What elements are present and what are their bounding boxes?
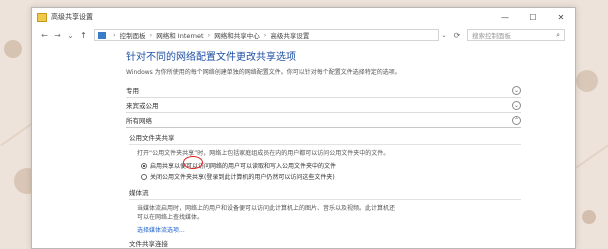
media-streaming-desc: 当媒体流启用时，网络上的用户和设备便可以访问此计算机上的图片、音乐以及视频。此计… xyxy=(137,205,396,212)
advanced-sharing-window: 高级共享设置 — ☐ ✕ ← → ⌄ ↑ › 控制面板 › 网络和 Intern… xyxy=(31,7,576,249)
main-content: 针对不同的网络配置文件更改共享选项 Windows 为你所使用的每个网络创建单独… xyxy=(126,48,541,248)
breadcrumb-item[interactable]: 网络和 Internet xyxy=(156,30,203,40)
chevron-up-icon[interactable]: ⌃ xyxy=(512,115,521,125)
back-arrow-icon[interactable]: ← xyxy=(38,31,51,40)
profile-label: 来宾或公用 xyxy=(126,102,159,110)
profile-label: 专用 xyxy=(126,87,139,95)
maximize-button[interactable]: ☐ xyxy=(519,8,547,26)
profile-all-networks-header[interactable]: 所有网络 ⌃ xyxy=(126,113,521,128)
window-title: 高级共享设置 xyxy=(51,13,93,21)
forward-arrow-icon[interactable]: → xyxy=(51,31,64,40)
profile-guest-public[interactable]: 来宾或公用 ⌄ xyxy=(126,98,521,113)
breadcrumb-item[interactable]: 网络和共享中心 xyxy=(214,30,260,40)
search-placeholder: 搜索控制面板 xyxy=(472,32,511,40)
up-arrow-icon[interactable]: ↑ xyxy=(77,31,90,40)
radio-label[interactable]: 启用共享以便可以访问网络的用户可以读取和写入公用文件夹中的文件 xyxy=(150,161,336,170)
breadcrumb-item[interactable]: 高级共享设置 xyxy=(270,30,309,40)
radio-disable-public-sharing[interactable]: 关闭公用文件夹共享(登录到此计算机的用户仍然可以访问这些文件夹) xyxy=(141,172,541,181)
chevron-down-icon[interactable]: ⌄ xyxy=(512,100,521,110)
chevron-down-icon[interactable]: ⌄ xyxy=(512,85,521,95)
close-button[interactable]: ✕ xyxy=(547,8,575,26)
address-bar: ← → ⌄ ↑ › 控制面板 › 网络和 Internet › 网络和共享中心 … xyxy=(32,26,575,44)
radio-label[interactable]: 关闭公用文件夹共享(登录到此计算机的用户仍然可以访问这些文件夹) xyxy=(150,172,335,181)
search-input[interactable]: 搜索控制面板 ⌕ xyxy=(467,29,565,41)
public-folder-sharing-desc: 打开“公用文件夹共享”时，网络上包括家庭组成员在内的用户都可以访问公用文件夹中的… xyxy=(137,150,390,157)
refresh-icon[interactable]: ⟳ xyxy=(449,31,465,40)
page-title: 针对不同的网络配置文件更改共享选项 xyxy=(126,52,296,63)
recent-locations-icon[interactable]: ⌄ xyxy=(64,31,77,40)
media-streaming-options-link[interactable]: 选择媒体流选项... xyxy=(137,225,541,234)
public-folder-sharing-title: 公用文件夹共享 xyxy=(129,132,521,145)
folder-icon xyxy=(37,12,47,22)
title-bar: 高级共享设置 — ☐ ✕ xyxy=(32,8,575,26)
radio-button[interactable] xyxy=(141,162,147,169)
media-streaming-desc-cont: 可以在网络上查找媒体。 xyxy=(137,214,204,221)
breadcrumb[interactable]: › 控制面板 › 网络和 Internet › 网络和共享中心 › 高级共享设置 xyxy=(94,29,439,41)
intro-text: Windows 为你所使用的每个网络创建单独的网络配置文件。你可以针对每个配置文… xyxy=(126,69,401,76)
highlight-annotation xyxy=(183,156,203,169)
radio-button[interactable] xyxy=(141,173,147,180)
breadcrumb-item[interactable]: 控制面板 xyxy=(120,30,146,40)
profile-all-networks: 所有网络 ⌃ 公用文件夹共享 打开“公用文件夹共享”时，网络上包括家庭组成员在内… xyxy=(126,113,541,248)
profile-private[interactable]: 专用 ⌄ xyxy=(126,83,521,98)
minimize-button[interactable]: — xyxy=(491,8,519,26)
media-streaming-title: 媒体流 xyxy=(129,187,521,200)
search-icon: ⌕ xyxy=(556,30,560,39)
control-panel-icon xyxy=(98,31,106,39)
file-sharing-connections-title: 文件共享连接 xyxy=(129,240,168,248)
profile-label: 所有网络 xyxy=(126,117,152,125)
chevron-down-icon[interactable]: ⌄ xyxy=(439,32,449,39)
